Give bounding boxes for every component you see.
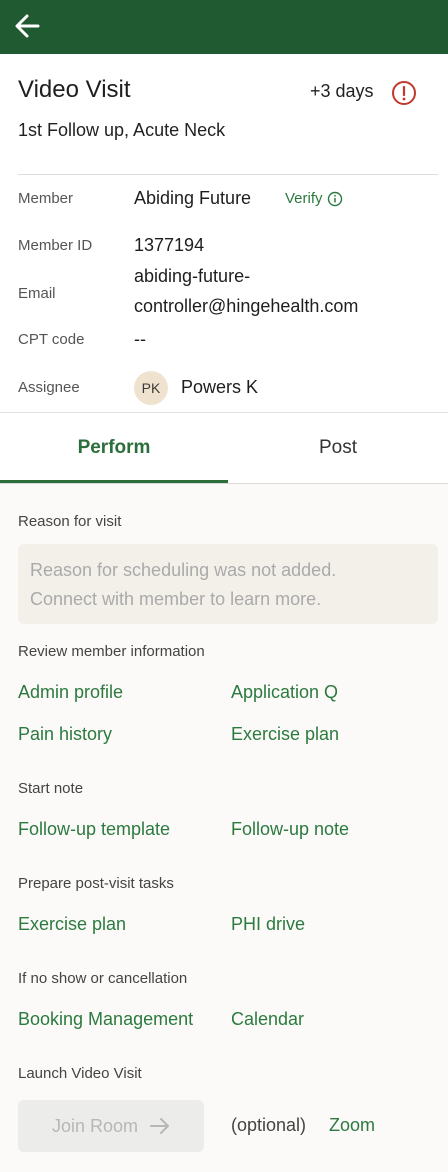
reason-box: Reason for scheduling was not added. Con… bbox=[18, 544, 438, 624]
booking-management-link[interactable]: Booking Management bbox=[18, 1009, 193, 1030]
exercise-plan-prepare-link[interactable]: Exercise plan bbox=[18, 914, 126, 935]
app-header bbox=[0, 0, 448, 54]
optional-label: (optional) bbox=[231, 1115, 307, 1135]
verify-label: Verify bbox=[285, 190, 323, 207]
member-id-label: Member ID bbox=[18, 237, 93, 254]
exercise-plan-review-link[interactable]: Exercise plan bbox=[231, 724, 339, 745]
back-button[interactable] bbox=[14, 6, 58, 46]
reason-text-line2: Connect with member to learn more. bbox=[30, 589, 322, 609]
join-room-label: Join Room bbox=[51, 1115, 139, 1136]
admin-profile-link[interactable]: Admin profile bbox=[18, 682, 123, 703]
phi-drive-link[interactable]: PHI drive bbox=[231, 914, 305, 935]
tab-perform[interactable]: Perform bbox=[0, 413, 228, 483]
info-icon bbox=[327, 191, 342, 206]
tab-post[interactable]: Post bbox=[228, 413, 448, 483]
followup-template-link[interactable]: Follow-up template bbox=[18, 819, 170, 840]
launch-heading: Launch Video Visit bbox=[18, 1065, 142, 1082]
member-id-value: 1377194 bbox=[134, 235, 205, 255]
reason-text-line1: Reason for scheduling was not added. bbox=[30, 560, 337, 580]
divider bbox=[18, 174, 438, 175]
pain-history-link[interactable]: Pain history bbox=[18, 724, 112, 745]
due-indicator: +3 days bbox=[310, 81, 374, 101]
cpt-label: CPT code bbox=[18, 331, 85, 348]
email-value-line1: abiding-future- bbox=[134, 266, 251, 286]
member-value: Abiding Future bbox=[134, 188, 252, 208]
arrow-left-icon bbox=[15, 14, 40, 38]
arrow-right-icon bbox=[150, 1118, 170, 1134]
visit-subtitle: 1st Follow up, Acute Neck bbox=[18, 120, 226, 140]
alert-circle-icon bbox=[392, 81, 416, 105]
start-note-heading: Start note bbox=[18, 780, 84, 797]
verify-link[interactable]: Verify bbox=[285, 190, 343, 207]
followup-note-link[interactable]: Follow-up note bbox=[231, 819, 349, 840]
assignee-label: Assignee bbox=[18, 379, 80, 396]
zoom-link[interactable]: Zoom bbox=[329, 1115, 375, 1136]
review-heading: Review member information bbox=[18, 643, 205, 660]
cpt-value: -- bbox=[134, 329, 146, 349]
tab-bar: Perform Post bbox=[0, 413, 448, 485]
visit-title: Video Visit bbox=[18, 76, 131, 103]
noshow-heading: If no show or cancellation bbox=[18, 970, 188, 987]
visit-card bbox=[0, 54, 448, 412]
member-label: Member bbox=[18, 190, 74, 207]
assignee-name: Powers K bbox=[181, 377, 259, 397]
application-q-link[interactable]: Application Q bbox=[231, 682, 338, 703]
join-room-button[interactable]: Join Room bbox=[18, 1100, 204, 1152]
calendar-link[interactable]: Calendar bbox=[231, 1009, 304, 1030]
reason-heading: Reason for visit bbox=[18, 513, 122, 530]
avatar: PK bbox=[134, 371, 168, 405]
prepare-heading: Prepare post-visit tasks bbox=[18, 875, 174, 892]
email-label: Email bbox=[18, 285, 56, 302]
email-value-line2: controller@hingehealth.com bbox=[134, 296, 359, 316]
